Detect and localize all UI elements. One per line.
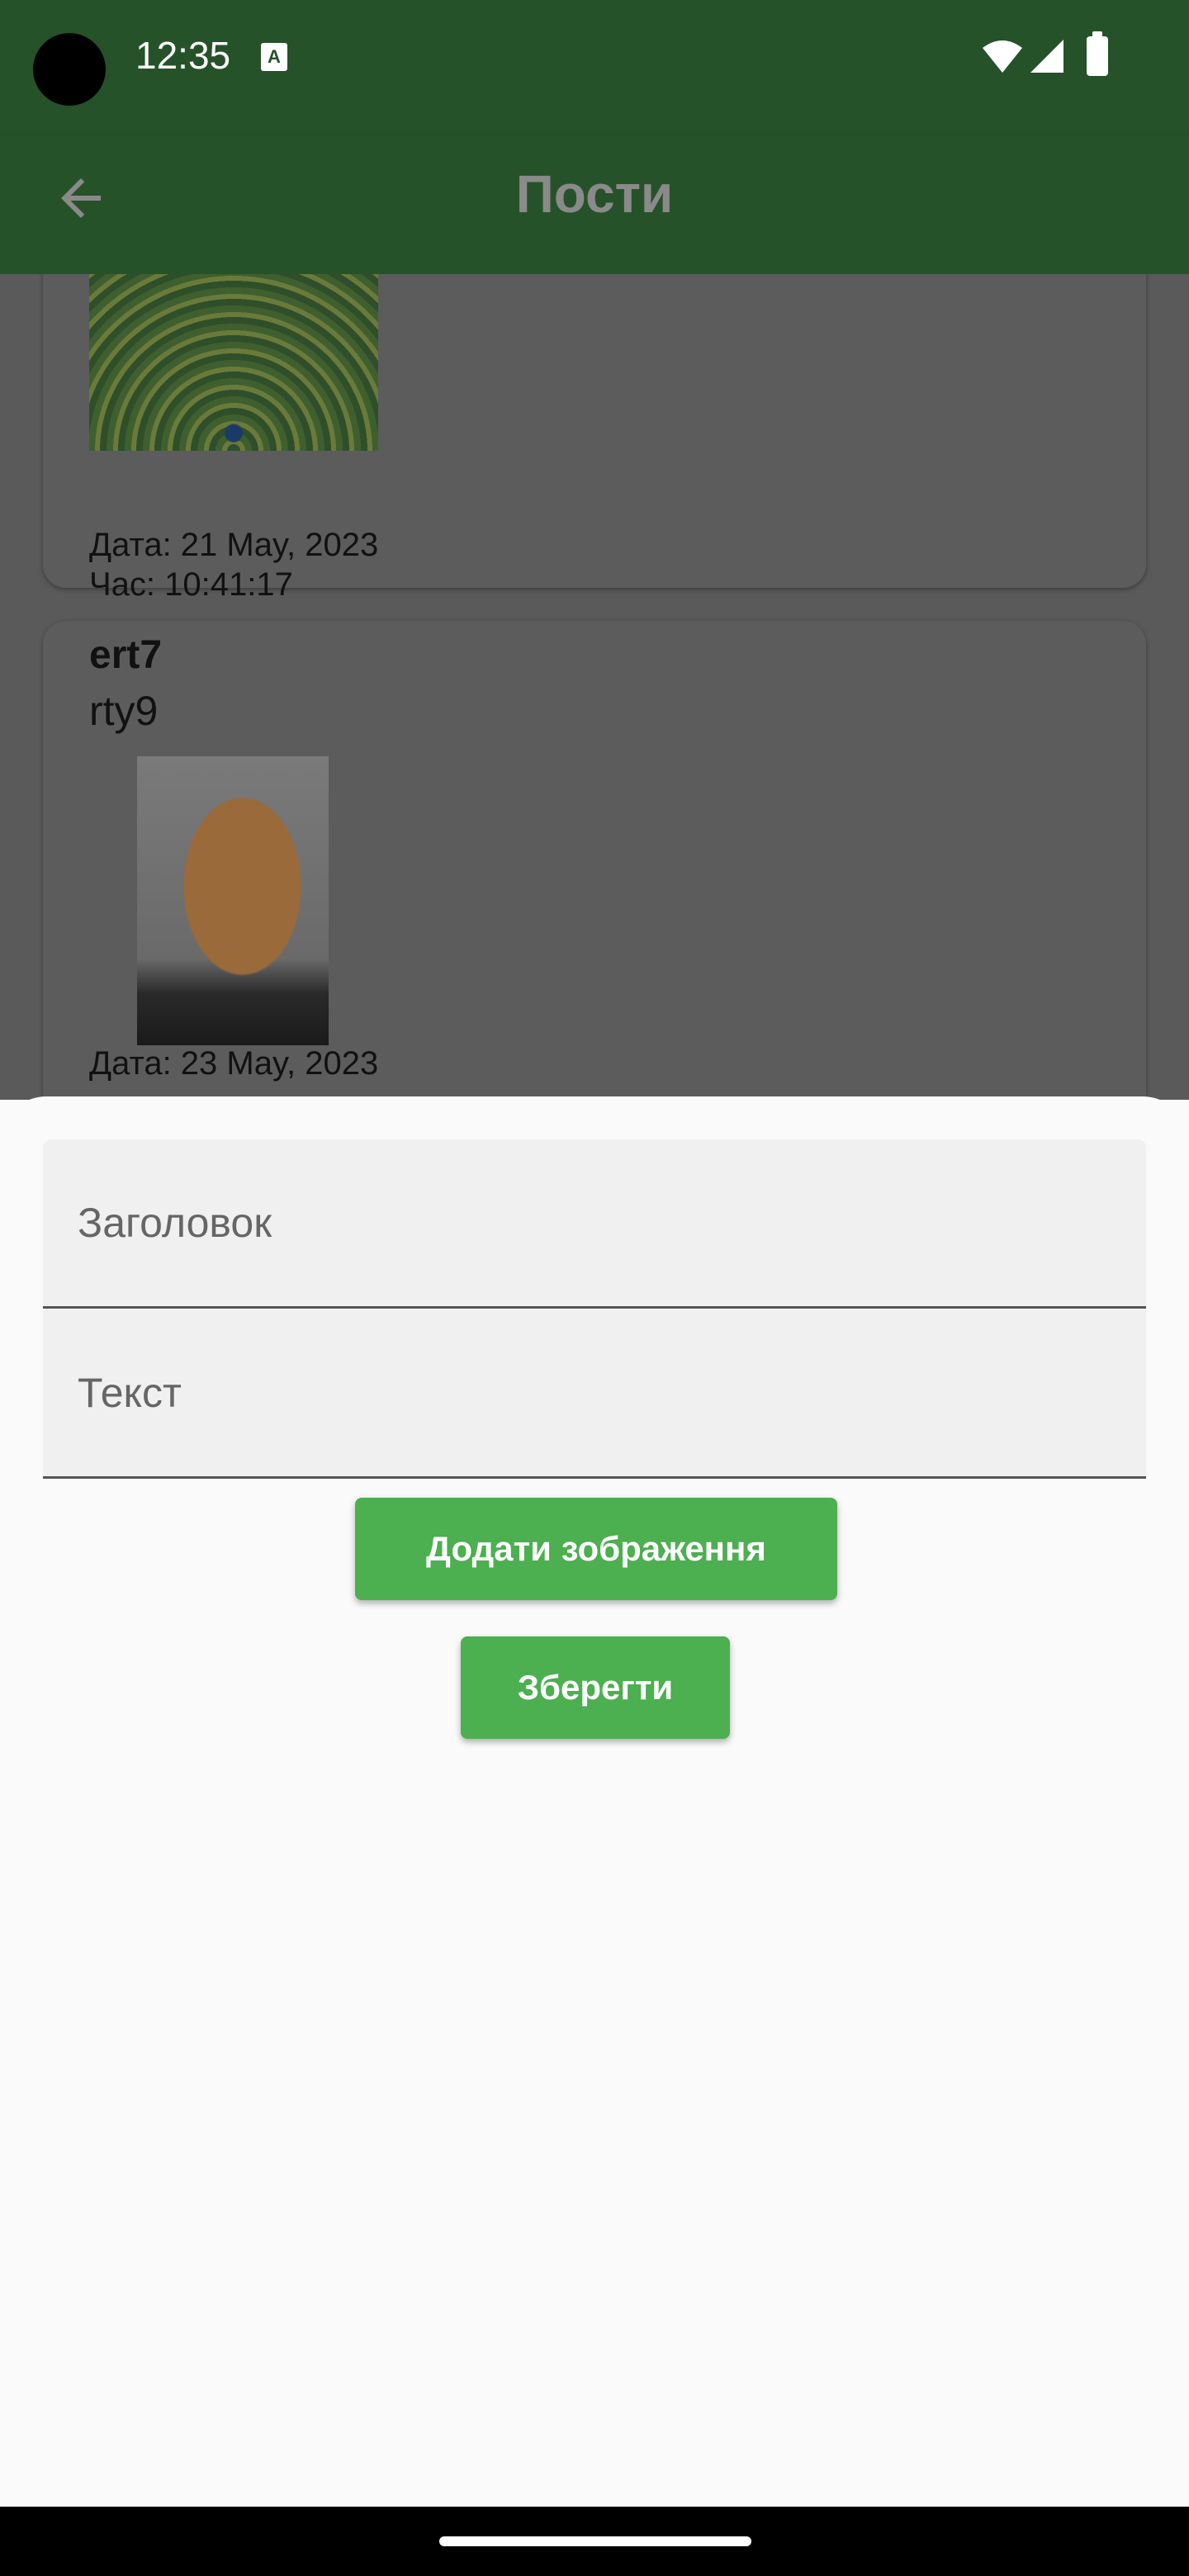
- status-time: 12:35: [135, 34, 231, 77]
- posts-list: Дата: 21 May, 2023 Час: 10:41:17 ert7 rt…: [0, 274, 1189, 1100]
- post-date: Дата: 21 May, 2023: [89, 527, 379, 563]
- status-bar: 12:35 A: [0, 0, 1189, 135]
- camera-cutout: [33, 33, 106, 106]
- text-input[interactable]: [43, 1309, 1146, 1476]
- title-input[interactable]: [43, 1139, 1146, 1306]
- navigation-bar: [0, 2507, 1189, 2576]
- post-body: rty9: [89, 688, 159, 734]
- post-card[interactable]: ert7 rty9 Дата: 23 May, 2023: [43, 621, 1146, 1100]
- keyboard-a-icon: A: [261, 43, 287, 71]
- post-card[interactable]: Дата: 21 May, 2023 Час: 10:41:17: [43, 274, 1146, 603]
- signal-icon: [1030, 40, 1063, 73]
- wifi-icon: [983, 40, 1022, 73]
- add-post-sheet: Додати зображення Зберегти: [0, 1096, 1189, 2507]
- app-bar: Пости: [0, 135, 1189, 274]
- post-image-cat: [137, 756, 329, 1045]
- save-button[interactable]: Зберегти: [461, 1636, 730, 1739]
- home-gesture-handle[interactable]: [439, 2536, 751, 2546]
- page-title: Пости: [515, 164, 674, 224]
- title-field[interactable]: [43, 1139, 1146, 1309]
- post-title: ert7: [89, 633, 163, 677]
- post-image-peacock: [89, 274, 378, 451]
- battery-icon: [1087, 31, 1108, 76]
- text-field[interactable]: [43, 1309, 1146, 1479]
- post-time: Час: 10:41:17: [89, 566, 293, 603]
- add-image-button[interactable]: Додати зображення: [355, 1498, 837, 1600]
- post-date: Дата: 23 May, 2023: [89, 1045, 379, 1082]
